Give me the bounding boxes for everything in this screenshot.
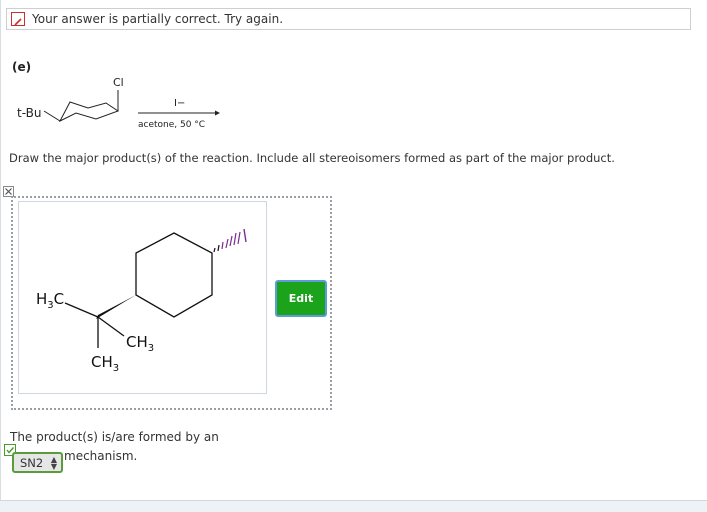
iodine-hashed-bond [213,231,241,253]
reagent-label: I− [174,98,185,109]
select-arrows-icon: ▲ ▼ [50,455,57,471]
h3c-label: H3C [36,290,64,311]
product-drawing-canvas[interactable]: H3C CH3 CH3 [18,201,267,394]
conditions-label: acetone, 50 °C [138,120,205,130]
reaction-scheme: t-Bu Cl I− acetone, 50 °C [17,76,220,130]
mechanism-selected-value: SN2 [20,455,44,470]
partially-correct-icon [11,12,25,26]
ch3-bottom-label: CH3 [91,353,119,374]
cyclohexane-chair [58,101,120,123]
product-structure: H3C CH3 CH3 [36,228,247,374]
mechanism-row: SN2 ▲ ▼ mechanism. [4,444,204,474]
footer-bar [0,500,707,512]
edit-button[interactable]: Edit [275,280,327,317]
mechanism-select[interactable]: SN2 ▲ ▼ [12,452,63,473]
cl-label: Cl [113,76,124,89]
tbu-label: t-Bu [17,106,41,120]
wedge-bond [96,295,136,319]
cyclohexane-ring [135,232,213,318]
mechanism-prompt: The product(s) is/are formed by an [10,430,219,444]
ch3-right-label: CH3 [126,333,154,354]
instructions-text: Draw the major product(s) of the reactio… [9,151,615,165]
feedback-message: Your answer is partially correct. Try ag… [32,12,284,26]
mechanism-suffix: mechanism. [64,449,138,463]
